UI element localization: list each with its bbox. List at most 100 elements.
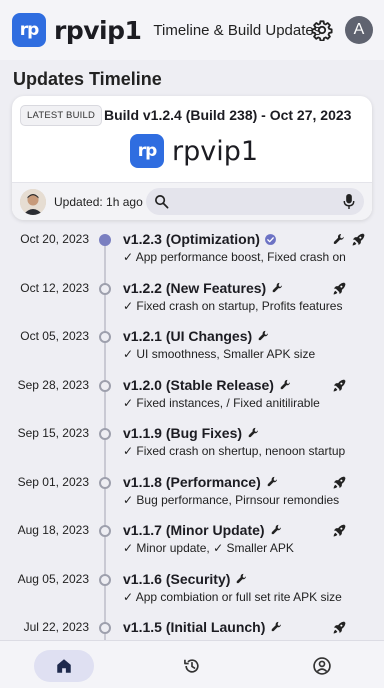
entry-title-text: v1.1.8 (Performance) (123, 473, 261, 490)
timeline-entry[interactable]: Oct 12, 2023 v1.2.2 (New Features) ✓ Fixed… (0, 280, 384, 321)
entry-status-icons (332, 523, 351, 538)
entry-title: v1.2.1 (UI Changes) (123, 328, 271, 344)
timeline-entry[interactable]: Aug 05, 2023 v1.1.6 (Security) ✓ App combi… (0, 571, 384, 612)
entry-title: v1.1.5 (Initial Launch) (123, 619, 284, 635)
entry-title-text: v1.1.6 (Security) (123, 570, 231, 587)
entry-title: v1.1.7 (Minor Update) (123, 522, 284, 538)
entry-title-text: v1.1.5 (Initial Launch) (123, 619, 266, 635)
latest-build-badge: LATEST BUILD (20, 105, 103, 126)
rocket-icon (333, 282, 346, 294)
entry-status-icons (332, 232, 370, 247)
brand-row: rp rpvip1 (130, 134, 258, 168)
timeline-entry[interactable]: Aug 18, 2023 v1.1.7 (Minor Update) ✓ Minor… (0, 522, 384, 563)
logo-text: rp (19, 20, 40, 40)
entry-date: Aug 18, 2023 (17, 523, 89, 537)
timeline-dot (99, 379, 111, 392)
entry-description: ✓ Bug performance, Pirnsour remondies (123, 492, 340, 507)
entry-description: ✓ Fixed crash on startup, Profits featur… (123, 298, 343, 313)
timeline-entry[interactable]: Oct 05, 2023 v1.2.1 (UI Changes) ✓ UI smoo… (0, 328, 384, 369)
entry-date: Sep 01, 2023 (17, 474, 89, 489)
wrench-icon (248, 427, 259, 438)
entry-date: Aug 05, 2023 (17, 571, 89, 586)
entry-date: Sep 15, 2023 (17, 426, 89, 440)
timeline-entry[interactable]: Sep 01, 2023 v1.1.8 (Performance) ✓ Bug pe… (0, 474, 384, 515)
entry-status-icons (332, 378, 351, 393)
entry-title-text: v1.1.9 (Bug Fixes) (123, 425, 243, 441)
mic-icon[interactable] (342, 193, 356, 210)
entry-description: ✓ Fixed crash on shertup, nenoon startup (123, 444, 346, 458)
verified-icon (265, 233, 276, 245)
timeline-dot (99, 331, 111, 343)
timeline-entry[interactable]: Oct 20, 2023 v1.2.3 (Optimization) ✓ App p… (0, 231, 384, 272)
entry-date: Oct 12, 2023 (20, 280, 89, 295)
app-name: rpvip1 (54, 15, 142, 45)
gear-icon[interactable] (311, 19, 333, 41)
search-icon (155, 195, 169, 209)
entry-title-text: v1.2.3 (Optimization) (123, 231, 260, 247)
entry-title: v1.1.6 (Security) (123, 571, 249, 587)
wrench-icon (272, 621, 282, 632)
rocket-icon (333, 524, 346, 537)
history-icon[interactable] (182, 656, 202, 676)
card-footer: Updated: 1h ago (12, 182, 372, 220)
entry-description: ✓ Minor update, ✓ Smaller APK (123, 541, 294, 555)
brand-name: rpvip1 (172, 135, 259, 167)
entry-date: Oct 05, 2023 (20, 329, 89, 343)
entry-title: v1.2.0 (Stable Release) (123, 377, 293, 393)
entry-description: ✓ App performance boost, Fixed crash on (123, 250, 346, 264)
app-subtitle: Timeline & Build Updates (153, 21, 322, 39)
wrench-icon (280, 379, 290, 389)
timeline-dot (99, 282, 111, 295)
rocket-icon (333, 621, 346, 634)
home-icon (57, 659, 71, 673)
entry-title-text: v1.2.2 (New Features) (123, 279, 267, 296)
timeline-dot (99, 573, 111, 586)
timeline-entry[interactable]: Sep 28, 2023 v1.2.0 (Stable Release) ✓ Fix… (0, 377, 384, 418)
wrench-icon (237, 573, 247, 583)
user-avatar (20, 189, 46, 215)
wrench-icon (258, 330, 269, 341)
entry-description: ✓ Fixed instances, / Fixed anitilirable (123, 395, 320, 410)
timeline-entry[interactable]: Sep 15, 2023 v1.1.9 (Bug Fixes) ✓ Fixed cr… (0, 425, 384, 466)
entry-title: v1.2.3 (Optimization) (123, 231, 277, 247)
entry-title: v1.1.8 (Performance) (123, 474, 280, 490)
entry-date: Oct 20, 2023 (20, 232, 89, 246)
wrench-icon (333, 233, 344, 244)
entry-status-icons (332, 475, 351, 490)
entry-title-text: v1.2.0 (Stable Release) (123, 376, 274, 393)
build-title: Build v1.2.4 (Build 238) - Oct 27, 2023 (104, 107, 352, 123)
brand-logo: rp (130, 134, 164, 168)
timeline-dot (99, 525, 111, 537)
rocket-icon (333, 476, 346, 488)
entry-status-icons (332, 620, 351, 635)
timeline-dot (99, 622, 111, 634)
entry-title-text: v1.1.7 (Minor Update) (123, 522, 265, 538)
avatar-initial: A (353, 21, 365, 38)
entry-title: v1.2.2 (New Features) (123, 280, 285, 296)
entry-title: v1.1.9 (Bug Fixes) (123, 425, 261, 441)
timeline-dot (99, 428, 111, 440)
bottom-nav (0, 640, 384, 688)
rocket-icon (352, 233, 365, 246)
brand-logo-text: rp (137, 141, 158, 161)
timeline-dot (99, 234, 111, 246)
wrench-icon (272, 282, 283, 292)
entry-date: Sep 28, 2023 (17, 377, 89, 392)
account-avatar[interactable]: A (345, 16, 373, 44)
app-logo: rp (12, 13, 46, 47)
entry-title-text: v1.2.1 (UI Changes) (123, 328, 253, 344)
entry-description: ✓ UI smoothness, Smaller APK size (123, 347, 316, 361)
wrench-icon (271, 524, 281, 535)
entry-description: ✓ App combiation or full set rite APK si… (123, 589, 342, 604)
wrench-icon (267, 476, 277, 486)
timeline-dot (99, 476, 111, 489)
page-title: Updates Timeline (13, 69, 162, 89)
nav-home[interactable] (34, 650, 94, 682)
rocket-icon (333, 379, 346, 391)
entry-status-icons (332, 281, 351, 296)
entry-date: Jul 22, 2023 (23, 620, 89, 634)
updated-time: Updated: 1h ago (54, 195, 143, 209)
search-input[interactable] (146, 188, 364, 215)
latest-build-card: LATEST BUILD Build v1.2.4 (Build 238) - … (12, 96, 372, 220)
profile-icon[interactable] (312, 656, 332, 676)
